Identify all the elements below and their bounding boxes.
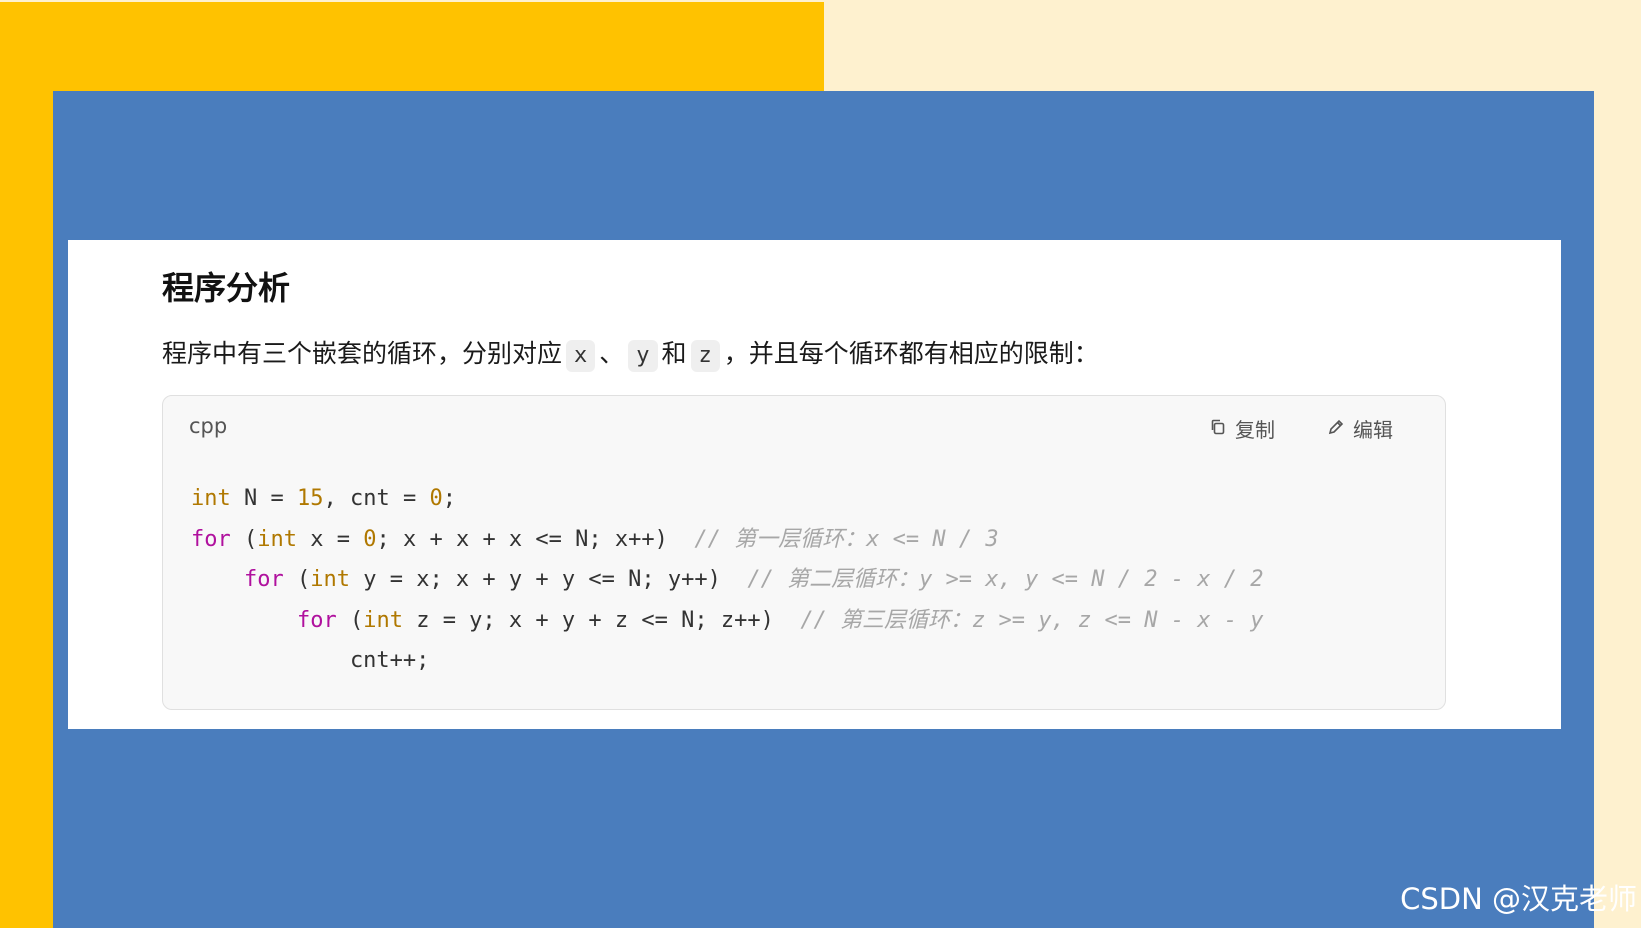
code-content: int N = 15, cnt = 0; for (int x = 0; x + … xyxy=(191,479,1263,682)
code-language-label: cpp xyxy=(189,414,228,438)
code-token: int xyxy=(310,567,350,592)
code-comment: // 第三层循环：z >= y, z <= N - x - y xyxy=(800,607,1264,633)
code-token: for xyxy=(191,526,231,552)
code-actions: 复制 编辑 xyxy=(1209,414,1393,443)
code-token: y = x; x + y + y <= N; y++) xyxy=(349,567,748,592)
code-token: ( xyxy=(336,607,364,633)
inline-code-y: y xyxy=(628,340,658,373)
code-block: cpp 复制 编辑 int N = 15, cnt = 0; for (int … xyxy=(162,395,1446,710)
code-comment: // 第一层循环：x <= N / 3 xyxy=(694,526,999,552)
code-token: , cnt = xyxy=(323,486,430,511)
edit-icon xyxy=(1327,417,1345,441)
code-token: for xyxy=(296,607,337,633)
description-text-end: ，并且每个循环都有相应的限制： xyxy=(723,339,1099,368)
code-token: for xyxy=(243,567,284,592)
code-comment: // 第二层循环：y >= x, y <= N / 2 - x / 2 xyxy=(747,567,1264,592)
description: 程序中有三个嵌套的循环，分别对应 x、 y 和 z ，并且每个循环都有相应的限制： xyxy=(162,339,1099,373)
code-token: 0 xyxy=(429,486,443,511)
watermark: CSDN @汉克老师 xyxy=(1400,882,1637,916)
description-separator-2: 和 xyxy=(661,339,687,368)
description-separator-1: 、 xyxy=(599,339,625,368)
content-card: 程序分析 程序中有三个嵌套的循环，分别对应 x、 y 和 z ，并且每个循环都有相应的限制… xyxy=(68,240,1561,729)
code-line: for (int x = 0; x + x + x <= N; x++) // … xyxy=(191,520,1263,561)
code-token: ; xyxy=(442,486,456,511)
code-line: int N = 15, cnt = 0; xyxy=(191,479,1263,520)
code-token: z = y; x + y + z <= N; z++) xyxy=(402,607,801,633)
inline-code-z: z xyxy=(690,340,720,373)
code-token: 15 xyxy=(296,486,324,511)
code-token: int xyxy=(257,526,297,552)
code-token: int xyxy=(363,607,403,633)
code-token: ; x + x + x <= N; x++) xyxy=(376,526,695,552)
section-heading: 程序分析 xyxy=(162,269,291,307)
edit-label: 编辑 xyxy=(1353,418,1393,442)
edit-button[interactable]: 编辑 xyxy=(1327,414,1393,443)
copy-button[interactable]: 复制 xyxy=(1209,414,1275,443)
code-line: for (int y = x; x + y + y <= N; y++) // … xyxy=(191,560,1263,601)
code-token: cnt++; xyxy=(349,648,430,673)
code-token: 0 xyxy=(363,526,377,552)
code-token: N = xyxy=(230,486,297,511)
code-token: x = xyxy=(297,526,364,552)
inline-code-x: x xyxy=(566,340,596,373)
copy-icon xyxy=(1209,417,1227,441)
description-text-start: 程序中有三个嵌套的循环，分别对应 xyxy=(162,339,563,368)
code-token: ( xyxy=(283,567,311,592)
code-line: for (int z = y; x + y + z <= N; z++) // … xyxy=(191,601,1264,642)
code-line: cnt++; xyxy=(191,641,1263,682)
code-token: ( xyxy=(230,526,258,552)
copy-label: 复制 xyxy=(1235,418,1275,442)
code-token: int xyxy=(191,486,231,511)
